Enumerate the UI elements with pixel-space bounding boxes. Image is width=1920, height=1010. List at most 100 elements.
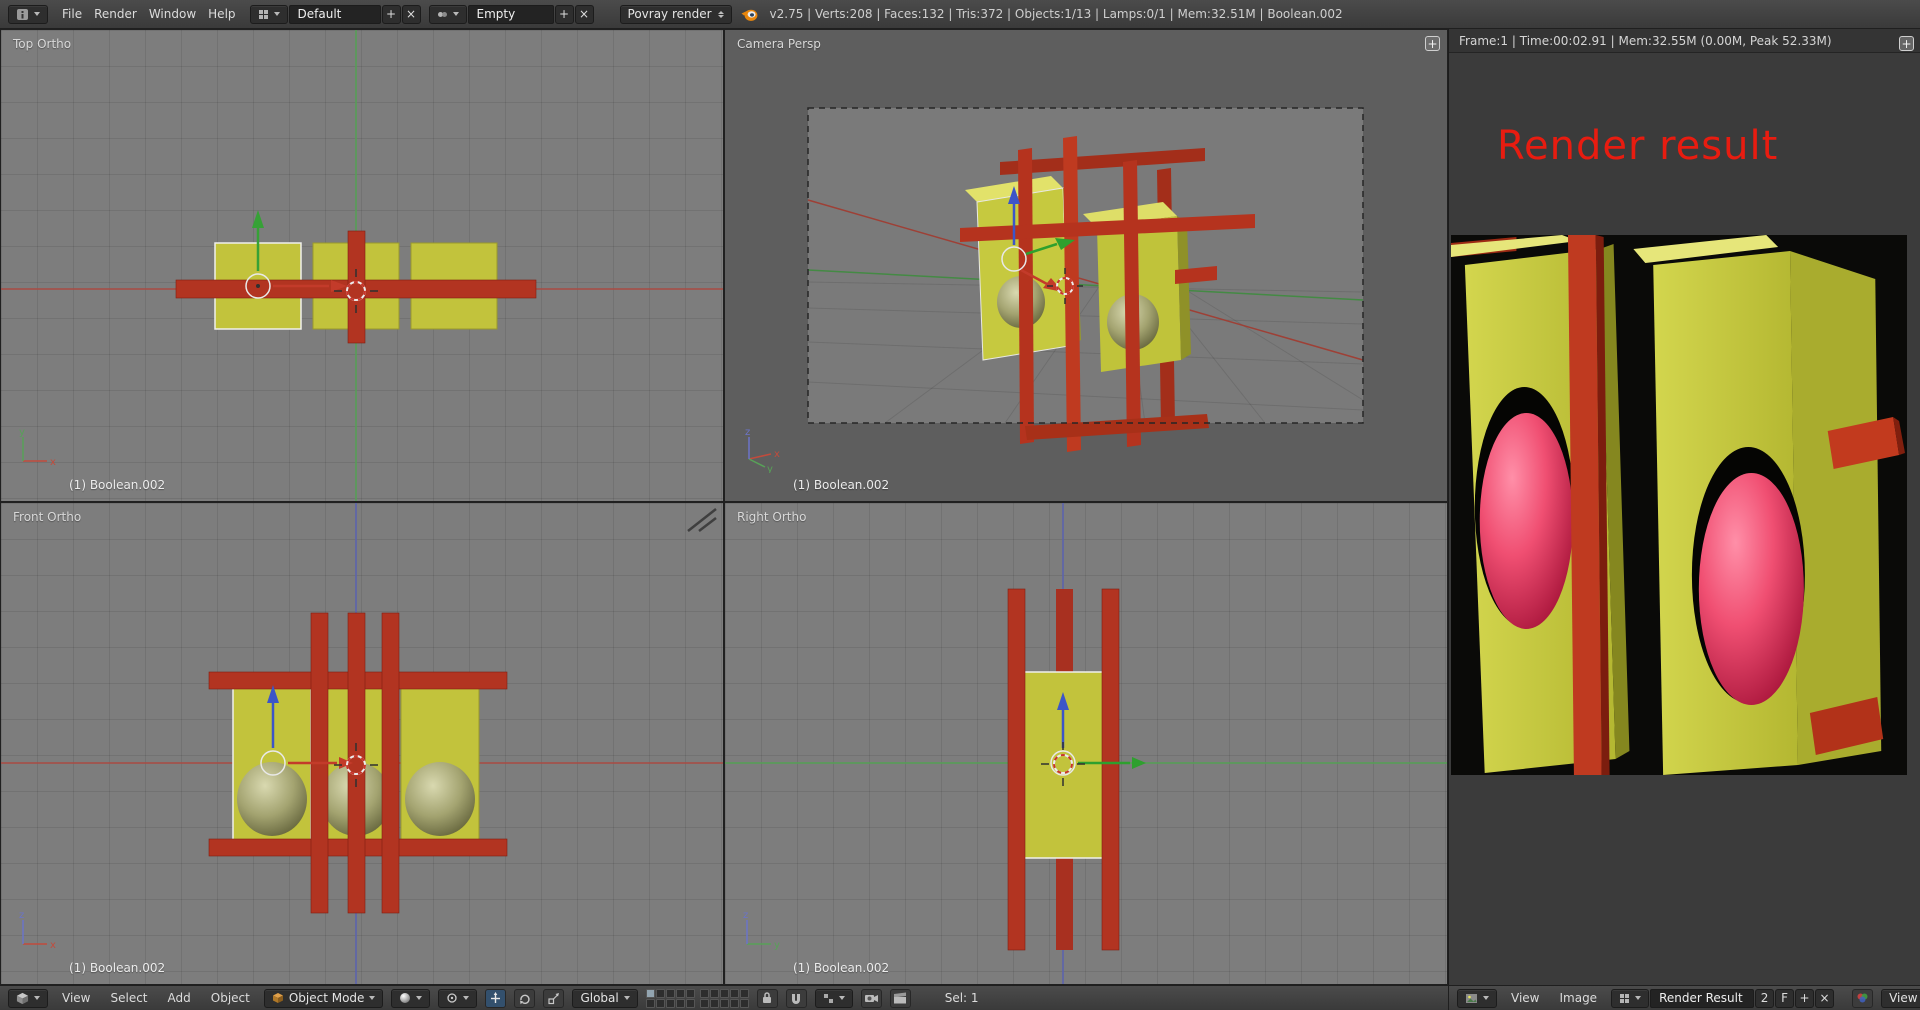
layers-widget[interactable]	[646, 989, 749, 1008]
red-bar-vertical[interactable]	[1102, 589, 1119, 950]
boolean-object-group[interactable]	[176, 231, 536, 343]
screen-close-button[interactable]: ×	[402, 5, 421, 24]
snap-element-dropdown[interactable]	[815, 989, 853, 1008]
red-bar-vertical[interactable]	[382, 613, 399, 913]
menu-help[interactable]: Help	[202, 7, 241, 21]
red-bar-vertical[interactable]	[348, 231, 365, 343]
layer-toggle[interactable]	[666, 999, 675, 1008]
scene-lock-button[interactable]	[757, 989, 778, 1008]
region-expand-icon[interactable]: +	[1899, 36, 1914, 51]
layer-toggle[interactable]	[656, 989, 665, 998]
layer-toggle[interactable]	[666, 989, 675, 998]
scene-name-field[interactable]: Empty	[468, 5, 554, 24]
svg-text:y: y	[774, 940, 780, 951]
main-menubar: File Render Window Help	[56, 7, 242, 21]
opengl-render-button[interactable]	[861, 989, 882, 1008]
layer-toggle[interactable]	[740, 999, 749, 1008]
layer-toggle[interactable]	[676, 989, 685, 998]
menu-add[interactable]: Add	[162, 991, 197, 1005]
viewport-label: Front Ortho	[13, 510, 81, 524]
layer-toggle[interactable]	[730, 989, 739, 998]
scene-browse-button[interactable]	[429, 5, 467, 24]
menu-render[interactable]: Render	[88, 7, 143, 21]
info-header: File Render Window Help Default + × Empt…	[0, 0, 1920, 29]
image-users-badge[interactable]: 2	[1755, 989, 1774, 1008]
layer-toggle[interactable]	[740, 989, 749, 998]
screen-name-field[interactable]: Default	[289, 5, 381, 24]
transform-orientation-dropdown[interactable]: Global	[572, 989, 637, 1008]
image-new-button[interactable]: +	[1795, 989, 1814, 1008]
chevron-down-icon	[463, 996, 469, 1000]
mode-dropdown[interactable]: Object Mode	[264, 989, 384, 1008]
layers-right-block[interactable]	[700, 989, 749, 1008]
boolean-object-group[interactable]	[209, 613, 507, 913]
camera-frame-area	[808, 108, 1363, 423]
image-browse-button[interactable]	[1611, 989, 1649, 1008]
area-resize-corner[interactable]	[684, 505, 722, 535]
snap-toggle-button[interactable]	[786, 989, 807, 1008]
opengl-render-anim-button[interactable]	[890, 989, 911, 1008]
layer-toggle[interactable]	[700, 989, 709, 998]
boolean-sphere[interactable]	[237, 762, 307, 836]
chevron-down-icon	[453, 12, 459, 16]
layer-toggle[interactable]	[720, 999, 729, 1008]
layer-toggle[interactable]	[686, 999, 695, 1008]
layer-toggle[interactable]	[676, 999, 685, 1008]
active-object-info: (1) Boolean.002	[69, 478, 165, 492]
layer-toggle[interactable]	[720, 989, 729, 998]
viewport-camera-persp[interactable]: Camera Persp x y z (1) Boolean.002	[724, 29, 1448, 502]
mini-axis-gizmo: x y z	[737, 427, 783, 473]
manipulator-rotate-button[interactable]	[514, 989, 535, 1008]
image-editor-canvas[interactable]: Render result	[1449, 53, 1920, 985]
menu-image[interactable]: Image	[1553, 991, 1603, 1005]
magnet-icon	[790, 992, 802, 1005]
display-channels-button[interactable]	[1852, 989, 1873, 1008]
editor-type-info-button[interactable]	[8, 5, 48, 24]
render-slot-dropdown[interactable]: View 1	[1881, 989, 1920, 1008]
render-pink-sphere	[1480, 413, 1573, 629]
screen-browse-button[interactable]	[250, 5, 288, 24]
menu-object[interactable]: Object	[205, 991, 256, 1005]
layer-toggle[interactable]	[730, 999, 739, 1008]
screen-layout-selector: Default + ×	[250, 5, 421, 24]
red-bar-vertical[interactable]	[1018, 148, 1034, 444]
boolean-sphere[interactable]	[405, 762, 475, 836]
viewport-top-ortho[interactable]: Top Ortho x y (1) Boolean.002	[0, 29, 724, 502]
chevron-down-icon	[369, 996, 375, 1000]
render-result-caption: Render result	[1497, 123, 1778, 169]
region-expand-icon[interactable]: +	[1425, 36, 1440, 51]
layer-toggle[interactable]	[646, 989, 655, 998]
image-close-button[interactable]: ×	[1815, 989, 1834, 1008]
editor-type-3dview-button[interactable]	[8, 989, 48, 1008]
layer-toggle[interactable]	[710, 989, 719, 998]
viewport-shading-dropdown[interactable]	[391, 989, 430, 1008]
viewport-label: Right Ortho	[737, 510, 806, 524]
boolean-object-group[interactable]	[1008, 589, 1119, 950]
layer-toggle[interactable]	[710, 999, 719, 1008]
image-name-field[interactable]: Render Result	[1650, 989, 1754, 1008]
manipulator-translate-button[interactable]	[485, 989, 506, 1008]
layer-toggle[interactable]	[646, 999, 655, 1008]
fake-user-button[interactable]: F	[1775, 989, 1794, 1008]
layer-toggle[interactable]	[686, 989, 695, 998]
scene-add-button[interactable]: +	[555, 5, 574, 24]
render-engine-dropdown[interactable]: Povray render	[620, 5, 732, 24]
menu-select[interactable]: Select	[104, 991, 153, 1005]
viewport-right-ortho[interactable]: Right Ortho y z (1) Boolean.002	[724, 502, 1448, 985]
menu-view[interactable]: View	[56, 991, 96, 1005]
pivot-point-dropdown[interactable]	[438, 989, 477, 1008]
red-bar-vertical[interactable]	[1008, 589, 1025, 950]
render-result-image	[1451, 235, 1907, 775]
viewport-front-ortho[interactable]: Front Ortho x z (1) Boolean.002	[0, 502, 724, 985]
layers-left-block[interactable]	[646, 989, 695, 1008]
screen-add-button[interactable]: +	[382, 5, 401, 24]
scene-close-button[interactable]: ×	[575, 5, 594, 24]
manipulator-y-arrowhead	[1132, 757, 1146, 769]
menu-view[interactable]: View	[1505, 991, 1545, 1005]
manipulator-scale-button[interactable]	[543, 989, 564, 1008]
editor-type-image-button[interactable]	[1457, 989, 1497, 1008]
layer-toggle[interactable]	[656, 999, 665, 1008]
menu-window[interactable]: Window	[143, 7, 202, 21]
menu-file[interactable]: File	[56, 7, 88, 21]
layer-toggle[interactable]	[700, 999, 709, 1008]
